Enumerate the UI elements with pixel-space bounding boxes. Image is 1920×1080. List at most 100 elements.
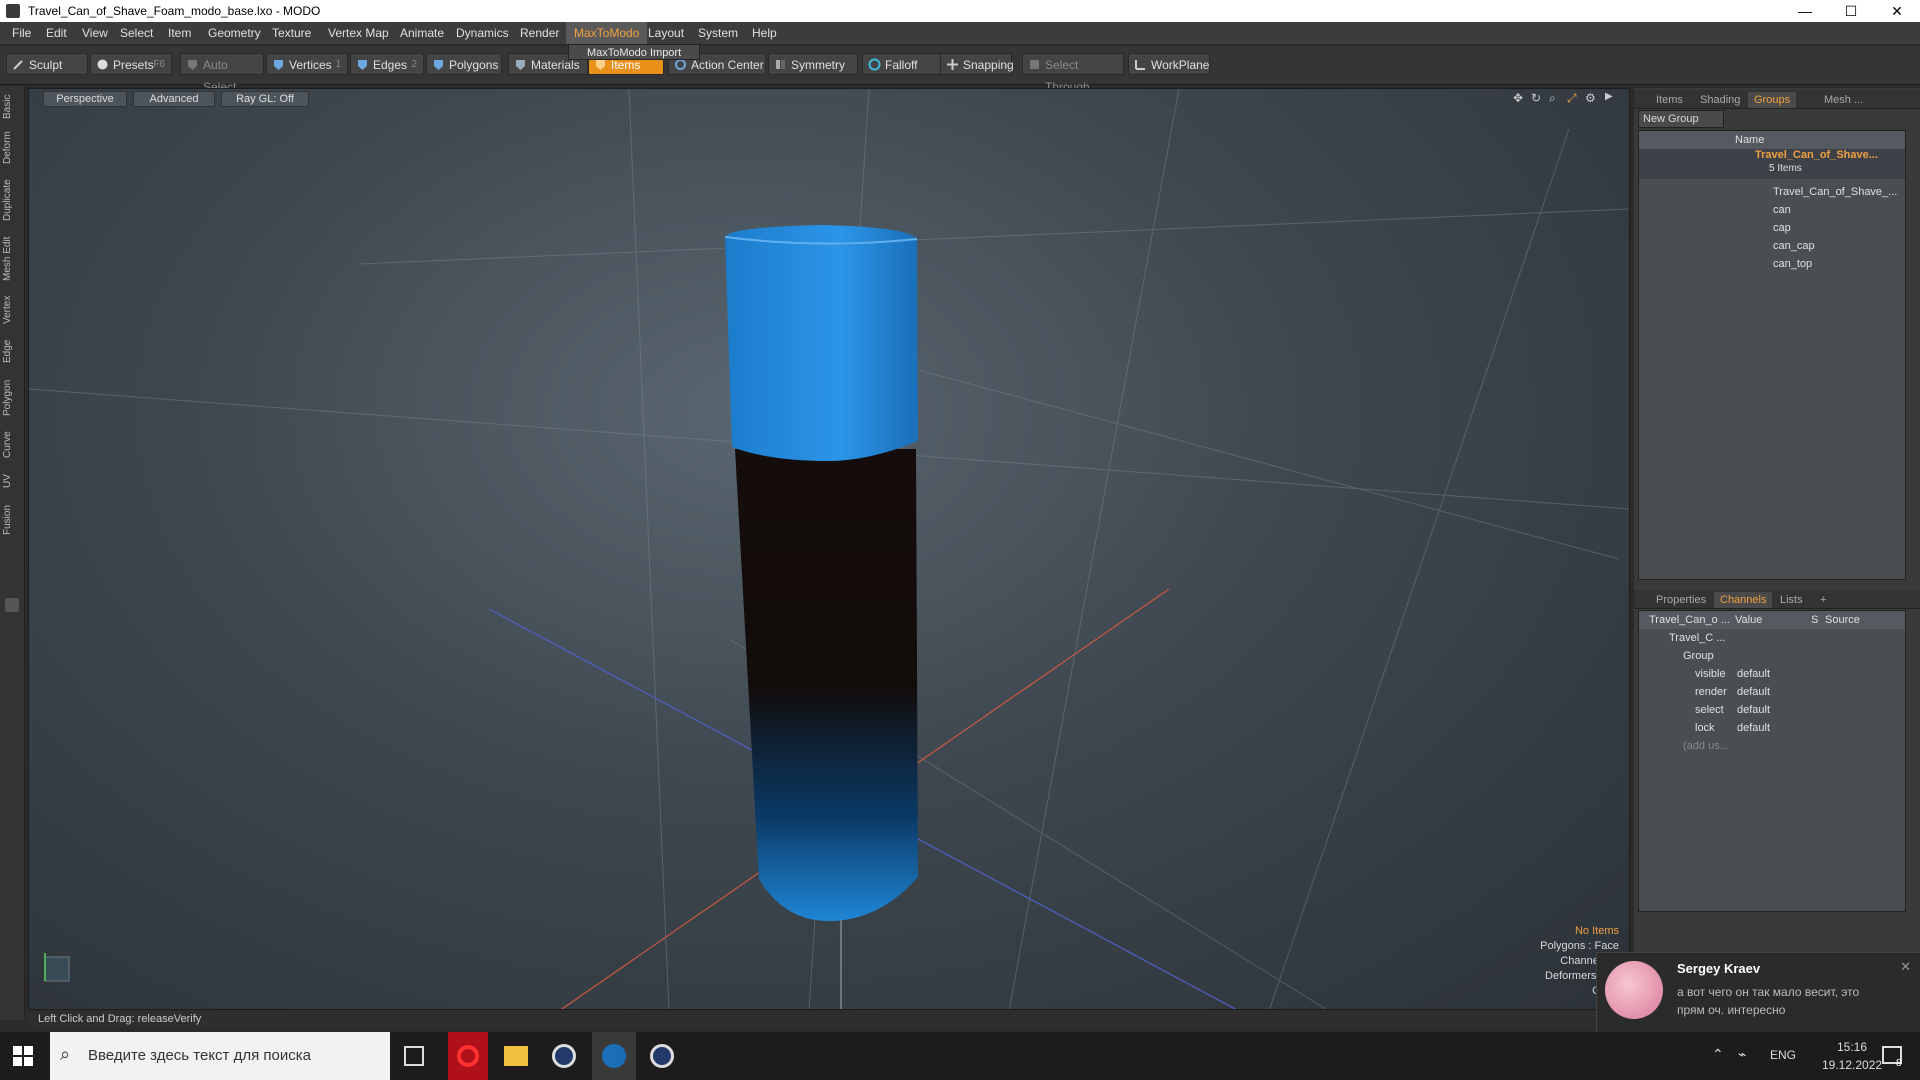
modo-active-taskbar-icon[interactable] [592,1032,636,1080]
group-child-row[interactable]: can [1773,201,1791,219]
taskbar-search-input[interactable]: Введите здесь текст для поиска [50,1032,390,1080]
edges-button[interactable]: Edges 2 [350,53,424,75]
workplane-button[interactable]: WorkPlane [1128,53,1210,75]
gear-icon[interactable]: ⚙ [1585,91,1596,105]
viewport-menu-arrow-icon[interactable]: ▶ [1605,91,1613,102]
menu-dynamics[interactable]: Dynamics [448,22,517,44]
menu-system[interactable]: System [690,22,746,44]
can-body[interactable] [735,449,918,921]
channel-row-visible[interactable]: visible default [1695,665,1895,683]
shading-advanced-button[interactable]: Advanced [133,91,215,107]
channel-value[interactable]: default [1737,719,1770,737]
viewport-scene[interactable] [29,89,1630,1010]
snapping-button[interactable]: Snapping [940,53,1014,75]
close-button[interactable]: ✕ [1874,0,1920,22]
menu-item[interactable]: Item [160,22,199,44]
channel-name: select [1695,704,1724,716]
group-child-row[interactable]: can_top [1773,255,1812,273]
sculpt-button[interactable]: Sculpt [6,53,88,75]
menu-texture[interactable]: Texture [264,22,319,44]
rotate-view-icon[interactable]: ↻ [1531,91,1541,105]
menu-edit[interactable]: Edit [38,22,75,44]
materials-icon [516,60,525,70]
task-view-icon[interactable] [404,1046,424,1066]
menu-help[interactable]: Help [744,22,785,44]
clock-date[interactable]: 19.12.2022 [1822,1058,1882,1072]
maximize-button[interactable]: ☐ [1828,0,1874,22]
channel-value[interactable]: default [1737,665,1770,683]
select-through-button[interactable]: Select Through [1022,53,1124,94]
menu-maxtomodo[interactable]: MaxToModo [566,22,648,44]
channel-row-render[interactable]: render default [1695,683,1895,701]
raygl-toggle[interactable]: Ray GL: Off [221,91,309,107]
close-icon[interactable]: ✕ [1900,959,1911,975]
channel-value[interactable]: default [1737,683,1770,701]
menu-animate[interactable]: Animate [392,22,452,44]
view-perspective-button[interactable]: Perspective [43,91,127,107]
opera-taskbar-icon[interactable] [448,1032,488,1080]
3d-viewport[interactable]: Perspective Advanced Ray GL: Off ✥ ↻ ⌕ ⤢… [28,88,1630,1010]
menu-view[interactable]: View [74,22,116,44]
tab-properties[interactable]: Properties [1650,592,1712,608]
tab-duplicate[interactable]: Duplicate [2,176,22,224]
materials-label: Materials [531,58,580,72]
menu-render[interactable]: Render [512,22,567,44]
tab-fusion[interactable]: Fusion [2,500,22,540]
zoom-view-icon[interactable]: ⌕ [1549,91,1556,106]
tab-curve[interactable]: Curve [2,428,22,462]
tab-edge[interactable]: Edge [2,336,22,366]
tab-vertex[interactable]: Vertex [2,292,22,328]
fit-view-icon[interactable]: ⤢ [1567,91,1577,106]
menu-file[interactable]: File [4,22,39,44]
tab-polygon[interactable]: Polygon [2,376,22,420]
symmetry-button[interactable]: Symmetry [768,53,858,75]
network-icon[interactable]: ⌁ [1738,1046,1746,1063]
modo-taskbar-icon[interactable] [552,1044,576,1068]
tab-uv[interactable]: UV [2,470,22,492]
tab-mesh-edit[interactable]: Mesh Edit [2,234,22,284]
new-group-button[interactable]: New Group [1638,110,1724,128]
app-taskbar-icon[interactable] [650,1044,674,1068]
tab-basic[interactable]: Basic [2,92,22,122]
add-tab-button[interactable]: + [1814,592,1832,608]
menu-select[interactable]: Select [112,22,161,44]
channel-row-select[interactable]: select default [1695,701,1895,719]
clock-time[interactable]: 15:16 [1822,1040,1882,1054]
tab-deform[interactable]: Deform [2,130,22,166]
menu-geometry[interactable]: Geometry [200,22,269,44]
presets-button[interactable]: Presets F6 [90,53,172,75]
channel-row-lock[interactable]: lock default [1695,719,1895,737]
polygons-button[interactable]: Polygons [426,53,502,75]
file-explorer-icon[interactable] [504,1046,528,1066]
tab-items[interactable]: Items [1650,92,1689,108]
menu-layout[interactable]: Layout [640,22,692,44]
channel-group[interactable]: Group [1683,647,1714,665]
tab-channels[interactable]: Channels [1714,592,1773,608]
tab-mesh[interactable]: Mesh ... [1818,92,1869,108]
auto-select-button[interactable]: Auto Select [180,53,264,94]
channel-root[interactable]: Travel_C ... [1669,629,1725,647]
group-root-row[interactable]: Travel_Can_of_Shave... 5 Items [1639,149,1905,179]
can-cap[interactable] [725,225,918,461]
chat-notification[interactable]: Sergey Kraev а вот чего он так мало веси… [1596,952,1920,1034]
expand-toggle-icon[interactable] [5,598,19,612]
group-child-row[interactable]: Travel_Can_of_Shave_... [1773,183,1897,201]
menu-vertex-map[interactable]: Vertex Map [320,22,397,44]
channel-value[interactable]: default [1737,701,1770,719]
maxtomodo-dropdown-item[interactable]: MaxToModo Import [568,44,700,60]
tab-lists[interactable]: Lists [1774,592,1809,608]
group-child-row[interactable]: can_cap [1773,237,1815,255]
move-view-icon[interactable]: ✥ [1513,91,1523,105]
tab-groups[interactable]: Groups [1748,92,1797,108]
vertices-button[interactable]: Vertices 1 [266,53,348,75]
notification-line1: а вот чего он так мало весит, это [1677,985,1860,999]
notification-line2: прям оч. интересно [1677,1003,1786,1017]
minimize-button[interactable]: — [1782,0,1828,22]
falloff-button[interactable]: Falloff [862,53,944,75]
language-indicator[interactable]: ENG [1770,1048,1796,1062]
tray-chevron-icon[interactable]: ⌃ [1712,1046,1724,1063]
group-child-row[interactable]: cap [1773,219,1791,237]
add-user-channel[interactable]: (add us... [1683,737,1729,755]
tab-shading[interactable]: Shading [1694,92,1746,108]
windows-start-icon[interactable] [13,1046,33,1066]
